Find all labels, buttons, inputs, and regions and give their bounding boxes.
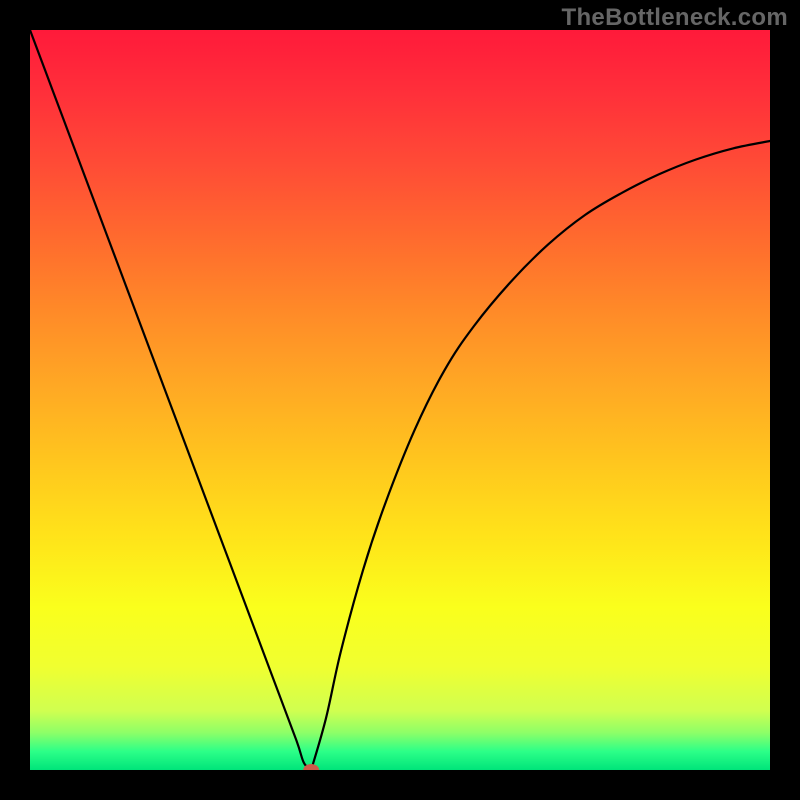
plot-svg — [30, 30, 770, 770]
chart-frame: TheBottleneck.com — [0, 0, 800, 800]
bottleneck-curve — [30, 30, 770, 770]
watermark-text: TheBottleneck.com — [562, 4, 788, 32]
plot-area — [30, 30, 770, 770]
